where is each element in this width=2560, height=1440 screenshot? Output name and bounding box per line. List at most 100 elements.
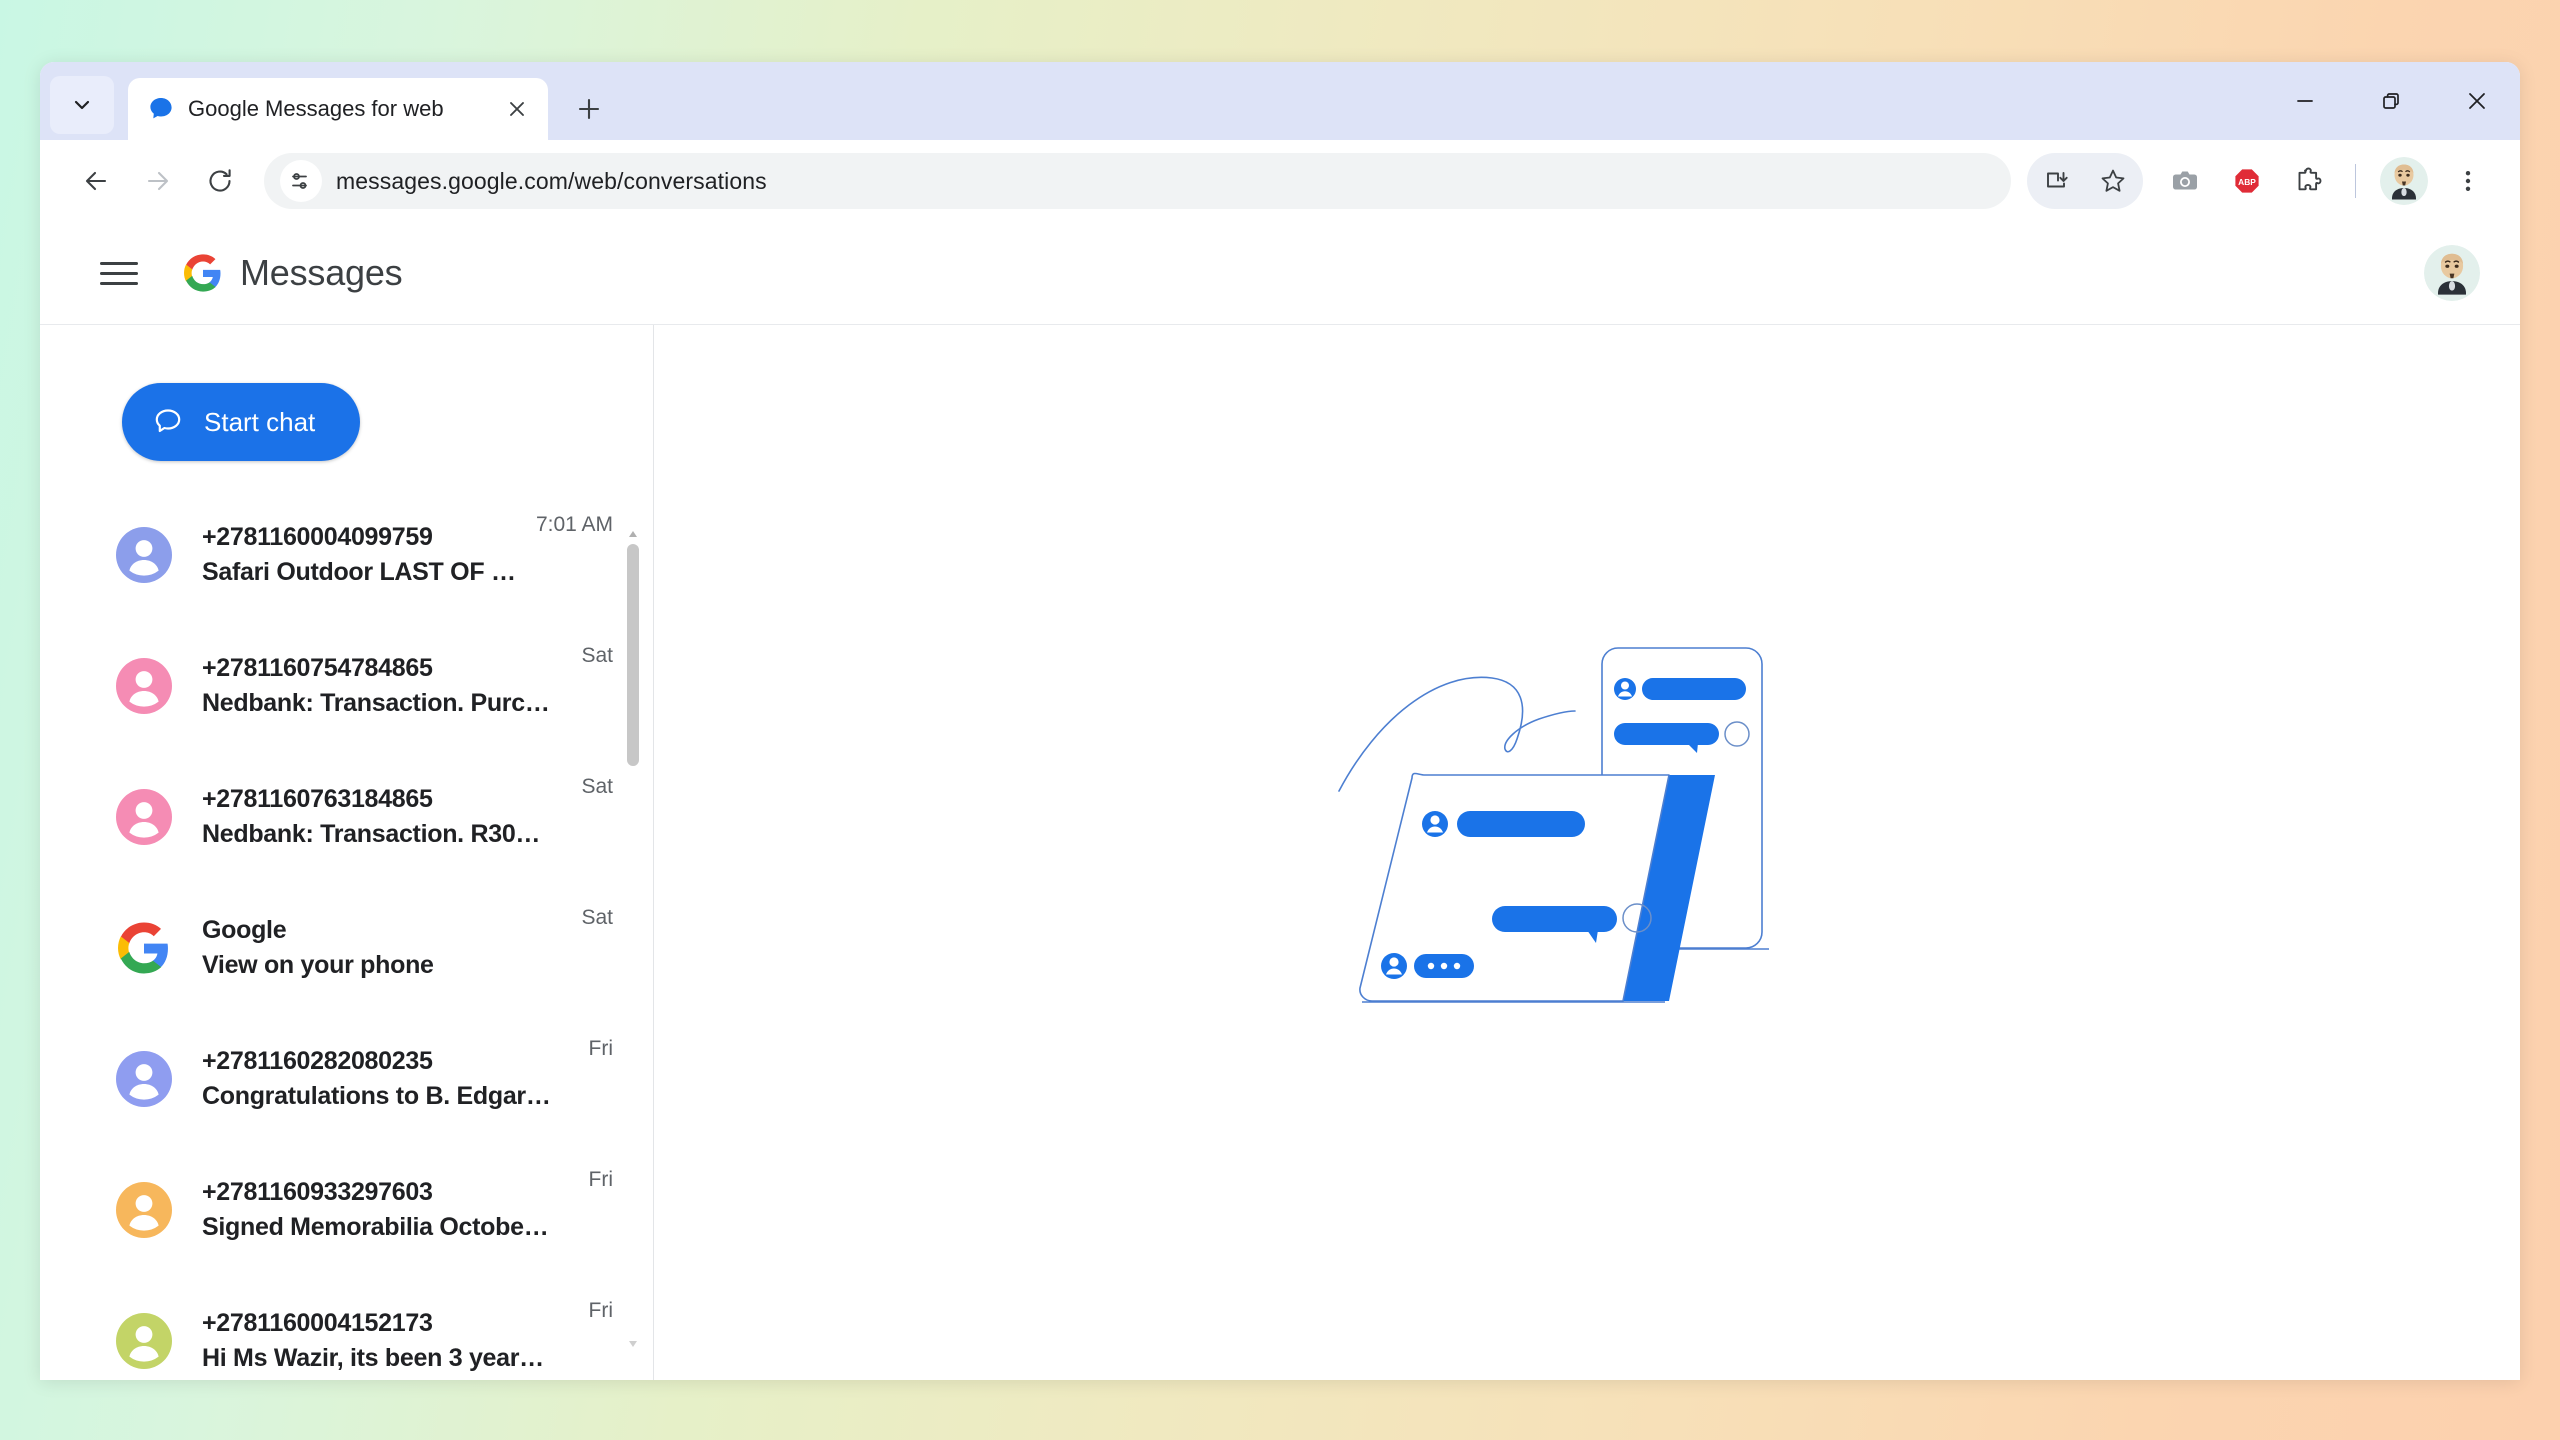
profile-avatar-icon xyxy=(2380,157,2428,205)
back-arrow-icon xyxy=(85,171,107,191)
minimize-icon xyxy=(2297,100,2313,102)
bookmark-button[interactable] xyxy=(2085,153,2141,209)
google-g-logo xyxy=(184,254,222,292)
conversation-text: +2781160004152173 Hi Ms Wazir, its been 3… xyxy=(202,1309,589,1373)
conversation-name: +2781160004099759 xyxy=(202,522,433,551)
install-app-button[interactable] xyxy=(2029,153,2085,209)
three-dot-menu-icon xyxy=(2465,171,2471,191)
browser-menu-button[interactable] xyxy=(2440,153,2496,209)
conversation-timestamp: Fri xyxy=(588,1299,614,1322)
conversation-snippet: View on your phone xyxy=(202,950,434,979)
conversation-row[interactable]: Google View on your phone Sat xyxy=(40,882,653,1013)
address-bar[interactable]: messages.google.com/web/conversations xyxy=(264,153,2011,209)
window-close-button[interactable] xyxy=(2434,62,2520,140)
hamburger-menu-icon[interactable] xyxy=(100,247,152,299)
conversation-snippet: Nedbank: Transaction. Purc… xyxy=(202,688,550,717)
address-bar-url: messages.google.com/web/conversations xyxy=(336,167,767,194)
conversation-text: +2781160282080235 Congratulations to B. E… xyxy=(202,1047,589,1111)
conversation-timestamp: 7:01 AM xyxy=(535,513,613,536)
conversation-text: +2781160763184865 Nedbank: Transaction. R… xyxy=(202,785,581,849)
browser-toolbar: messages.google.com/web/conversations AB… xyxy=(40,140,2520,222)
conversation-text: +2781160933297603 Signed Memorabilia Octo… xyxy=(202,1178,589,1242)
conversation-row[interactable]: +2781160004152173 Hi Ms Wazir, its been 3… xyxy=(40,1275,653,1380)
chat-panels-illustration xyxy=(1338,646,1769,1003)
close-icon xyxy=(2469,93,2485,109)
extensions-button[interactable] xyxy=(2281,153,2337,209)
forward-arrow-icon xyxy=(147,171,169,191)
omnibox-action-group xyxy=(2027,153,2143,209)
restore-icon xyxy=(2383,93,2399,109)
back-button[interactable] xyxy=(68,153,124,209)
messages-bubble-icon xyxy=(148,96,174,122)
start-chat-label: Start chat xyxy=(204,406,316,437)
contact-avatar-icon xyxy=(116,1312,172,1369)
conversation-snippet: Hi Ms Wazir, its been 3 year… xyxy=(202,1343,544,1372)
conversation-list[interactable]: +2781160004099759 Safari Outdoor LAST OF … xyxy=(40,489,653,1380)
contact-avatar-icon xyxy=(116,788,172,845)
contact-avatar-icon xyxy=(116,526,172,583)
chat-bubble-icon xyxy=(155,409,181,433)
conversation-row[interactable]: +2781160763184865 Nedbank: Transaction. R… xyxy=(40,751,653,882)
svg-text:ABP: ABP xyxy=(2238,177,2256,187)
contact-avatar-icon xyxy=(116,1050,172,1107)
plus-icon xyxy=(578,98,600,120)
conversation-name: +2781160933297603 xyxy=(202,1177,433,1206)
window-minimize-button[interactable] xyxy=(2262,62,2348,140)
conversation-name: +2781160282080235 xyxy=(202,1046,433,1075)
conversation-timestamp: Fri xyxy=(588,1168,614,1191)
adblock-plus-button[interactable]: ABP xyxy=(2219,153,2275,209)
conversation-text: Google View on your phone xyxy=(202,916,581,980)
forward-button[interactable] xyxy=(130,153,186,209)
browser-tab-active[interactable]: Google Messages for web xyxy=(128,78,548,140)
browser-profile-avatar[interactable] xyxy=(2380,157,2428,205)
adblock-plus-icon: ABP xyxy=(2235,169,2259,193)
page-content: Messages Start chat +2781160004099759 Sa… xyxy=(40,222,2520,1380)
account-avatar[interactable] xyxy=(2424,245,2480,301)
camera-icon xyxy=(2173,171,2197,190)
conversation-snippet: Nedbank: Transaction. R30… xyxy=(202,819,541,848)
google-logo-avatar-icon xyxy=(116,919,172,976)
contact-avatar-icon xyxy=(116,1181,172,1238)
app-title: Messages xyxy=(240,252,403,293)
conversation-timestamp: Fri xyxy=(588,1037,614,1060)
conversation-empty-state xyxy=(654,325,2520,1380)
conversation-name: +2781160754784865 xyxy=(202,653,433,682)
account-avatar-icon xyxy=(2424,245,2480,301)
conversation-timestamp: Sat xyxy=(581,775,613,798)
star-icon xyxy=(2101,169,2125,192)
browser-window: Google Messages for web messages.google.… xyxy=(40,62,2520,1380)
new-tab-button[interactable] xyxy=(566,86,612,132)
conversation-snippet: Safari Outdoor LAST OF … xyxy=(202,557,516,586)
toolbar-divider xyxy=(2355,164,2356,198)
conversation-row[interactable]: +2781160933297603 Signed Memorabilia Octo… xyxy=(40,1144,653,1275)
conversation-snippet: Congratulations to B. Edgar… xyxy=(202,1081,551,1110)
reload-button[interactable] xyxy=(192,153,248,209)
tab-strip: Google Messages for web xyxy=(40,62,2520,140)
tab-search-chevron-down-icon[interactable] xyxy=(50,76,114,134)
tab-close-icon[interactable] xyxy=(500,92,534,126)
conversation-name: Google xyxy=(202,915,287,944)
chevron-down-icon xyxy=(74,100,90,110)
site-settings-tune-icon[interactable] xyxy=(280,160,322,202)
install-app-icon xyxy=(2047,172,2068,188)
conversation-name: +2781160763184865 xyxy=(202,784,433,813)
conversation-text: +2781160754784865 Nedbank: Transaction. P… xyxy=(202,654,581,718)
tab-title: Google Messages for web xyxy=(188,96,444,121)
start-chat-button[interactable]: Start chat xyxy=(122,383,360,461)
conversation-text: +2781160004099759 Safari Outdoor LAST OF … xyxy=(202,523,536,587)
contact-avatar-icon xyxy=(116,657,172,714)
reload-icon xyxy=(209,169,231,192)
conversation-timestamp: Sat xyxy=(581,906,613,929)
window-controls xyxy=(2262,62,2520,140)
conversations-sidebar: Start chat +2781160004099759 Safari Outdo… xyxy=(40,325,654,1380)
conversation-name: +2781160004152173 xyxy=(202,1308,433,1337)
app-brand: Messages xyxy=(184,252,403,294)
tune-icon xyxy=(292,173,307,189)
conversation-row[interactable]: +2781160004099759 Safari Outdoor LAST OF … xyxy=(40,489,653,620)
app-body: Start chat +2781160004099759 Safari Outdo… xyxy=(40,325,2520,1380)
puzzle-piece-icon xyxy=(2298,167,2322,191)
conversation-row[interactable]: +2781160754784865 Nedbank: Transaction. P… xyxy=(40,620,653,751)
camera-extension-button[interactable] xyxy=(2157,153,2213,209)
window-maximize-button[interactable] xyxy=(2348,62,2434,140)
conversation-row[interactable]: +2781160282080235 Congratulations to B. E… xyxy=(40,1013,653,1144)
